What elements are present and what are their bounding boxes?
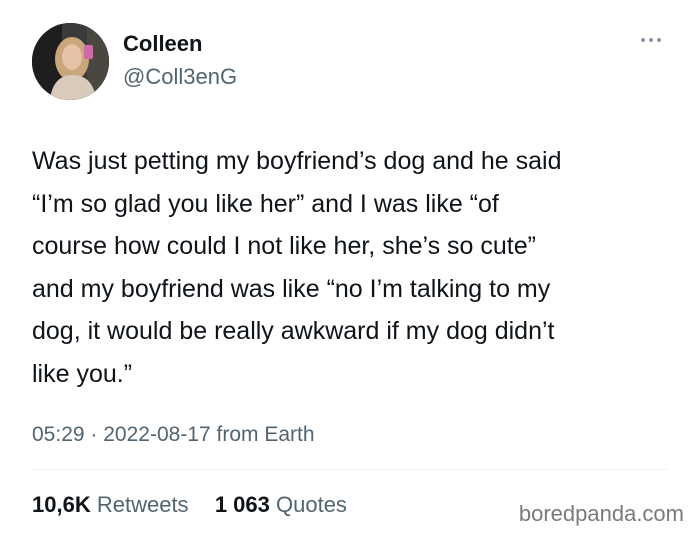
avatar-image [32,23,109,100]
tweet-meta: 05:29 · 2022-08-17 from Earth [32,421,315,449]
display-name[interactable]: Colleen [123,31,202,57]
user-handle[interactable]: @Coll3enG [123,64,237,90]
divider [32,469,668,470]
tweet-date[interactable]: 2022-08-17 [103,423,210,446]
tweet-source: from Earth [216,423,315,446]
quotes-count: 1 063 [214,492,270,517]
tweet-card: Colleen @Coll3enG Was just petting my bo… [0,0,700,538]
avatar[interactable] [32,23,109,100]
quotes-label: Quotes [276,492,347,517]
quotes-stat[interactable]: 1 063 Quotes [209,492,347,517]
retweets-count: 10,6K [32,492,91,517]
more-options-icon[interactable] [640,32,662,42]
retweets-stat[interactable]: 10,6K Retweets [32,492,195,517]
tweet-text: Was just petting my boyfriend’s dog and … [32,147,562,388]
meta-separator: · [90,423,98,446]
watermark: boredpanda.com [518,501,684,526]
tweet-stats: 10,6K Retweets 1 063 Quotes [32,491,347,519]
tweet-time[interactable]: 05:29 [32,423,85,446]
retweets-label: Retweets [96,492,189,517]
